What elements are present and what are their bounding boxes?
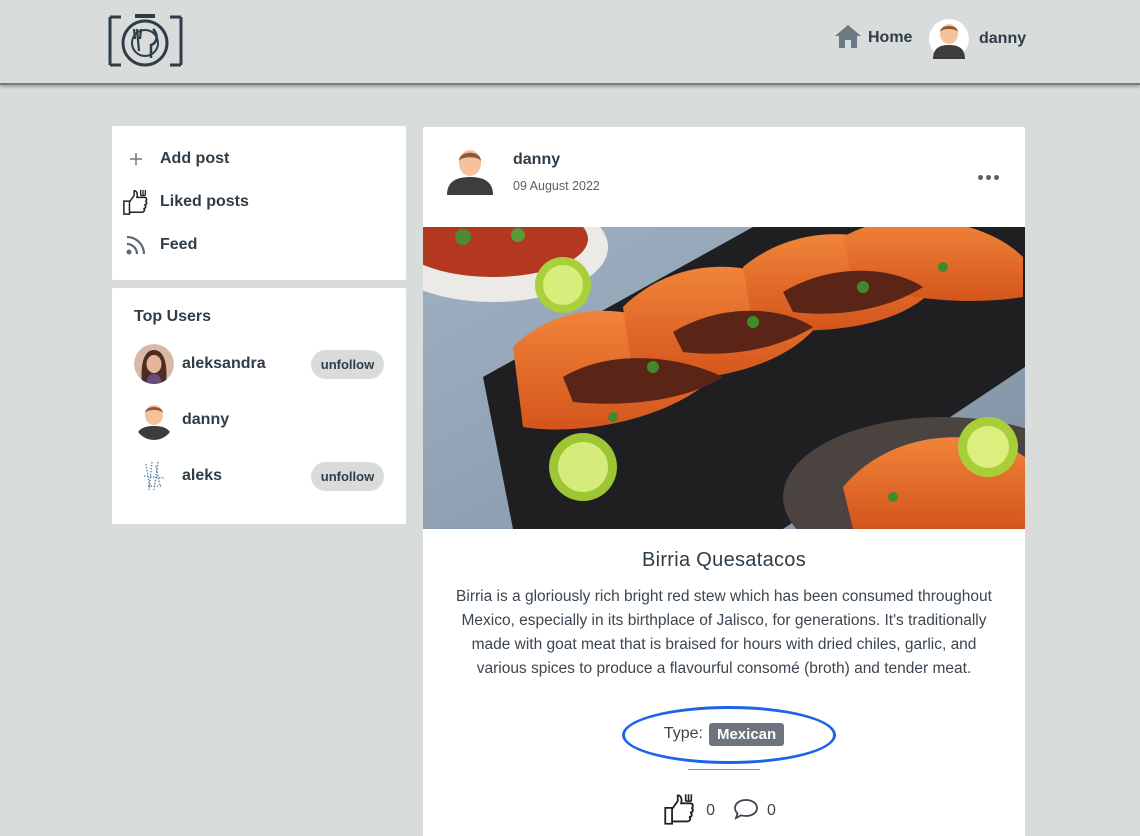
rss-feed-icon: [122, 231, 150, 259]
comment-bubble-icon: [733, 797, 759, 826]
like-button[interactable]: [662, 792, 698, 831]
sidebar-item-label: Feed: [160, 236, 198, 253]
sidebar-item-label: Add post: [160, 150, 230, 167]
post-type-label: Type:: [663, 725, 703, 742]
unfollow-button[interactable]: unfollow: [311, 461, 384, 491]
post-actions: 0 0: [423, 793, 1025, 829]
thumbs-up-fork-icon: [662, 792, 698, 831]
avatar: [929, 19, 969, 59]
post-description: Birria is a gloriously rich bright red s…: [456, 588, 992, 677]
nav-username: danny: [979, 30, 1027, 47]
sidebar-item-label: Liked posts: [160, 193, 249, 210]
home-icon: [834, 23, 862, 54]
top-users-title: Top Users: [134, 308, 212, 325]
nav-home-label: Home: [868, 29, 913, 46]
avatar[interactable]: [134, 344, 174, 384]
unfollow-button[interactable]: unfollow: [311, 349, 384, 379]
top-user-row: danny: [134, 399, 384, 441]
more-options-icon[interactable]: [975, 167, 1001, 187]
top-user-row: aleks unfollow: [134, 455, 384, 497]
divider: [688, 769, 760, 770]
top-user-row: aleksandra unfollow: [134, 343, 384, 385]
comment-count: 0: [767, 802, 776, 819]
top-user-name[interactable]: danny: [182, 411, 384, 429]
post-date: 09 August 2022: [513, 179, 600, 193]
logo-camera-plate-icon[interactable]: [107, 13, 184, 69]
plus-icon: [122, 145, 150, 173]
sidebar-item-add-post[interactable]: Add post: [122, 143, 229, 175]
post-card: danny 09 August 2022 Birria Quesatacos B…: [423, 127, 1025, 836]
sidebar-menu: Add post Liked posts Feed: [112, 126, 406, 280]
nav-home-link[interactable]: Home: [834, 24, 912, 52]
nav-profile-link[interactable]: danny: [929, 19, 1026, 59]
post-author[interactable]: danny: [513, 151, 560, 169]
top-user-name[interactable]: aleksandra: [182, 355, 311, 373]
post-title: Birria Quesatacos: [641, 549, 807, 571]
comment-button[interactable]: [733, 797, 759, 826]
post-type: Type: Mexican: [423, 721, 1025, 747]
like-count: 0: [706, 802, 715, 819]
sidebar-item-feed[interactable]: Feed: [122, 229, 197, 261]
avatar[interactable]: [445, 145, 495, 195]
avatar[interactable]: [134, 400, 174, 440]
post-image: [423, 227, 1025, 529]
top-users-panel: Top Users aleksandra unfollow danny alek…: [112, 288, 406, 524]
sidebar-item-liked-posts[interactable]: Liked posts: [122, 186, 249, 218]
thumbs-up-fork-icon: [122, 188, 150, 216]
top-header: Home danny: [0, 0, 1140, 85]
top-user-name[interactable]: aleks: [182, 467, 311, 485]
avatar[interactable]: [134, 456, 174, 496]
post-type-badge[interactable]: Mexican: [708, 722, 785, 746]
